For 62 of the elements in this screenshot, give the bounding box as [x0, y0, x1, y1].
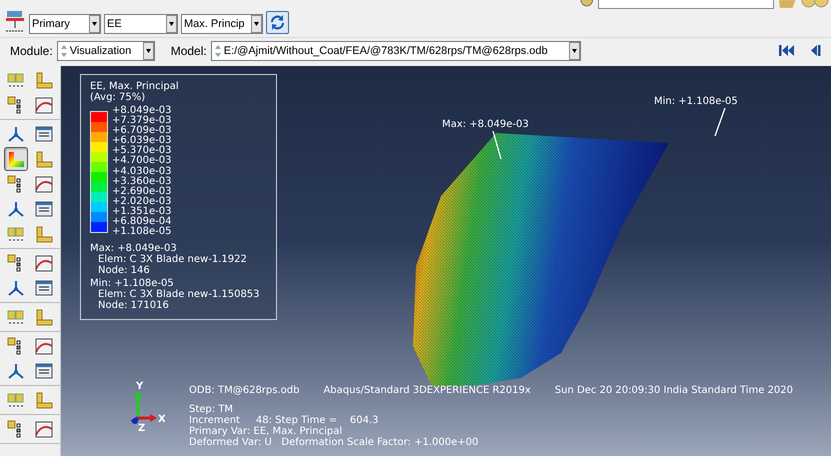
variable-dropdown[interactable]: EE	[104, 14, 178, 34]
previous-frame-icon[interactable]	[809, 45, 821, 56]
tool-icon	[34, 124, 54, 144]
scale-label: +5.370e-03	[112, 146, 172, 156]
scale-label: +4.030e-03	[112, 166, 172, 177]
tool-icon	[34, 148, 54, 170]
odb-text: ODB: TM@628rps.odb	[189, 385, 300, 396]
tool-icon	[34, 198, 54, 220]
tool-icon	[34, 94, 54, 116]
scale-label: +7.379e-03	[112, 116, 172, 126]
defaults-dropdown[interactable]	[598, 0, 774, 9]
scale-label: +3.360e-03	[112, 176, 172, 187]
tool-button[interactable]	[4, 147, 28, 171]
tool-icon	[34, 278, 54, 298]
refresh-button[interactable]	[266, 11, 289, 34]
leader-line	[714, 108, 726, 138]
scale-label: +1.108e-05	[112, 227, 172, 238]
scale-label: +6.809e-04	[112, 217, 172, 228]
max-value-text: Max: +8.049e-03	[90, 243, 177, 254]
primary-variable-text: Primary Var: EE, Max. Principal	[189, 426, 342, 437]
deformed-variable-text: Deformed Var: U Deformation Scale Factor: +1.000e+00	[189, 437, 480, 448]
scale-label: +2.020e-03	[112, 196, 172, 207]
node-text: Node: 171016	[97, 300, 170, 312]
model-dropdown[interactable]: E:/@Ajmit/Without_Coat/FEA/@783K/TM/628rps/TM@628rps.odb	[210, 40, 581, 60]
tool-icon	[34, 336, 54, 356]
tool-icon	[34, 174, 54, 194]
leader-line	[492, 131, 504, 161]
increment-text: Increment 48: Step Time = 604.3	[189, 415, 380, 426]
scale-label: +6.709e-03	[112, 126, 172, 136]
tool-icon	[34, 70, 54, 90]
tool-icon	[34, 306, 54, 328]
date-text: Sun Dec 20 20:09:30 India Standard Time 2020	[554, 385, 794, 396]
element-text: Elem: C 3X Blade new-1.1922	[97, 254, 248, 266]
step-dropdown[interactable]: Primary	[29, 14, 101, 34]
tool-icon	[34, 418, 54, 440]
scale-label: +6.039e-03	[112, 136, 172, 146]
solver-text: Abaqus/Standard 3DEXPERIENCE R2019x	[323, 385, 531, 396]
max-value-label: Max: +8.049e-03	[442, 119, 529, 130]
scale-label: +4.700e-03	[112, 156, 172, 166]
step-text: Step: TM	[189, 404, 234, 415]
refresh-icon	[269, 14, 286, 31]
first-frame-icon[interactable]	[779, 45, 795, 56]
module-dropdown[interactable]: Visualization	[56, 40, 155, 60]
invariant-dropdown[interactable]: Max. Princip	[181, 14, 263, 34]
legend-title: EE, Max. Principal	[90, 81, 180, 92]
scale-label: +8.049e-03	[112, 106, 172, 116]
averaging-label: (Avg: 75%)	[90, 92, 146, 103]
tool-icon	[34, 390, 54, 410]
tool-icon	[34, 224, 54, 244]
min-value-label: Min: +1.108e-05	[654, 96, 738, 107]
module-label: Module:	[10, 44, 53, 58]
model-label: Model:	[170, 44, 207, 58]
defaults-icon[interactable]	[580, 0, 594, 9]
circles-icon[interactable]	[800, 0, 830, 9]
field-output-icon[interactable]	[4, 8, 26, 34]
node-text: Node: 146	[97, 265, 151, 276]
element-text: Elem: C 3X Blade new-1.150853	[97, 289, 261, 300]
scale-label: +1.351e-03	[112, 206, 172, 217]
tool-icon	[34, 360, 54, 382]
min-value-text: Min: +1.108e-05	[90, 278, 174, 290]
scale-label: +2.690e-03	[112, 186, 172, 197]
tool-icon	[34, 252, 54, 274]
